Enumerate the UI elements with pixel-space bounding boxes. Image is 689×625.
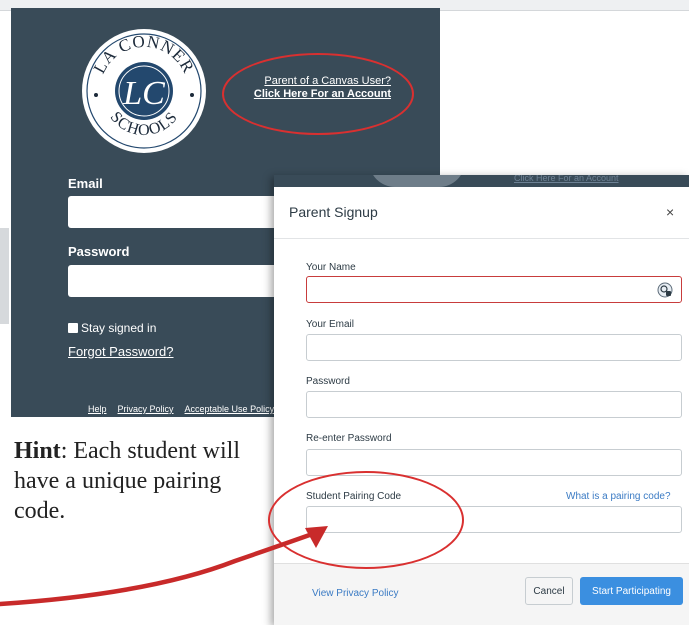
left-edge-panel [0,228,9,324]
start-participating-button[interactable]: Start Participating [580,577,683,605]
logo-monogram: LC [122,75,165,112]
email-label: Email [68,176,103,191]
modal-header: Parent Signup × [274,187,689,239]
footer-links: Help Privacy Policy Acceptable Use Polic… [88,404,274,414]
password-input-modal[interactable] [306,391,682,418]
acceptable-use-link[interactable]: Acceptable Use Policy [185,404,275,414]
stay-signed-in[interactable]: Stay signed in [68,321,156,335]
forgot-password-link[interactable]: Forgot Password? [68,344,174,359]
email-field[interactable] [68,196,283,228]
password-label-modal: Password [306,376,350,387]
stay-signed-in-label: Stay signed in [81,321,157,335]
password-manager-icon[interactable] [657,282,673,298]
close-icon[interactable]: × [666,204,674,220]
privacy-policy-link[interactable]: Privacy Policy [118,404,174,414]
your-name-input[interactable] [306,276,682,303]
help-link[interactable]: Help [88,404,107,414]
modal-title: Parent Signup [289,204,378,220]
cancel-button[interactable]: Cancel [525,577,573,605]
password-field[interactable] [68,265,283,297]
annotation-circle-parent-link [222,53,414,135]
modal-background-peek: Click Here For an Account [274,175,689,187]
password-label: Password [68,244,130,259]
la-conner-schools-logo: LA CONNER SCHOOLS LC [82,29,206,153]
peek-parent-link: Click Here For an Account [514,175,619,183]
stay-signed-in-checkbox[interactable] [68,323,78,333]
peek-logo-icon [369,175,465,187]
your-email-label: Your Email [306,319,354,330]
hint-bold: Hint [14,438,61,464]
reenter-password-label: Re-enter Password [306,433,392,444]
pairing-code-help-link[interactable]: What is a pairing code? [566,491,671,502]
your-email-input[interactable] [306,334,682,361]
annotation-arrow-icon [0,526,328,607]
your-name-label: Your Name [306,262,356,273]
